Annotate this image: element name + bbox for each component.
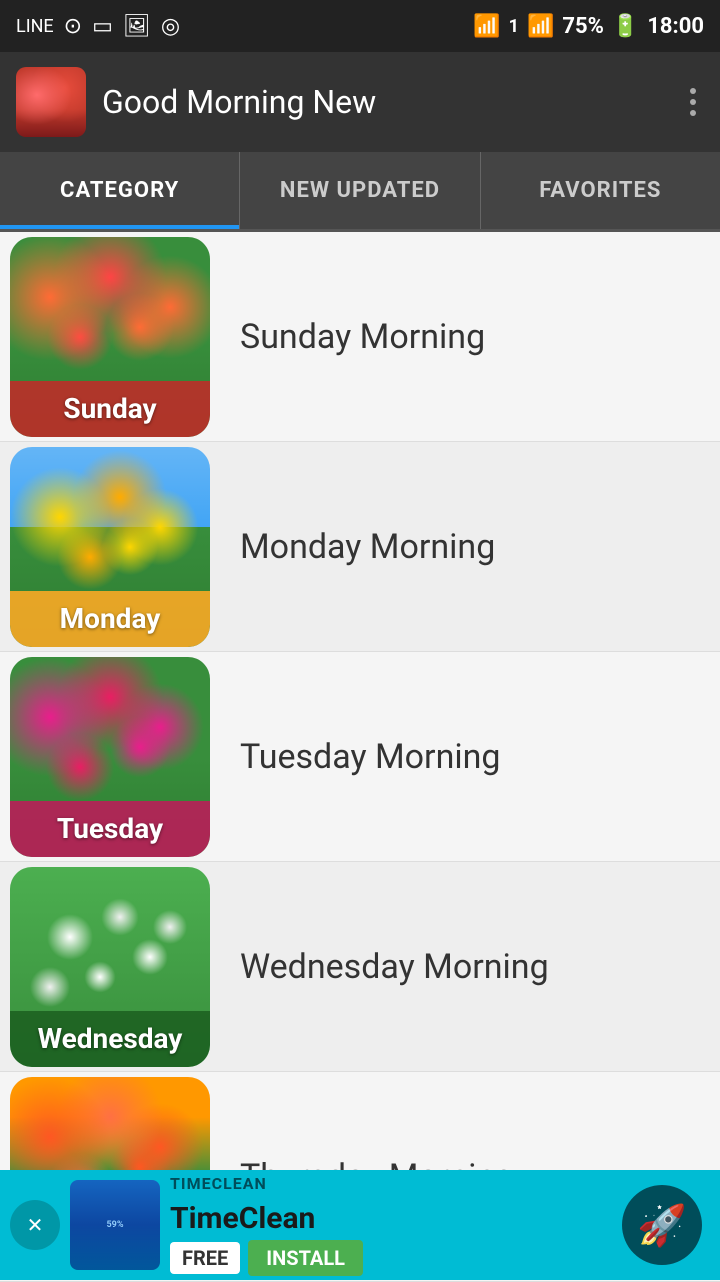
category-thumb-sunday: Sunday [10, 237, 210, 437]
category-list: Sunday Sunday Morning Monday Monday Morn… [0, 232, 720, 1282]
status-bar: LINE ⊙ ▭ 🖼 ◎ 📶 1 📶 75% 🔋 18:00 [0, 0, 720, 52]
ad-title: TimeClean [170, 1201, 614, 1236]
tab-favorites-label: FAVORITES [539, 178, 661, 203]
ad-screenshot-inner: 59% [70, 1180, 160, 1270]
app-title: Good Morning New [102, 83, 666, 121]
wifi-icon: 📶 [473, 14, 500, 39]
list-item[interactable]: Wednesday Wednesday Morning [0, 862, 720, 1072]
list-item[interactable]: Sunday Sunday Morning [0, 232, 720, 442]
list-item[interactable]: Monday Monday Morning [0, 442, 720, 652]
ad-close-button[interactable]: ✕ [10, 1200, 60, 1250]
app-bar: Good Morning New [0, 52, 720, 152]
tuesday-morning-label: Tuesday Morning [220, 737, 500, 777]
ad-screenshot-text: 59% [107, 1220, 124, 1230]
timeclean-icon: 🚀 [637, 1202, 687, 1249]
wednesday-morning-label: Wednesday Morning [220, 947, 549, 987]
sunday-label: Sunday [10, 381, 210, 437]
ad-free-badge: FREE [170, 1242, 240, 1274]
category-thumb-monday: Monday [10, 447, 210, 647]
tab-category-label: CATEGORY [60, 178, 179, 203]
tuesday-label: Tuesday [10, 801, 210, 857]
overflow-menu-button[interactable] [682, 80, 704, 124]
sim-icon: 1 [509, 16, 519, 37]
sunday-morning-label: Sunday Morning [220, 317, 485, 357]
app-logo [16, 67, 86, 137]
menu-dot-3 [690, 110, 696, 116]
image-icon: 🖼 [123, 14, 151, 39]
tab-new-updated[interactable]: NEW UPDATED [240, 152, 480, 229]
wednesday-label: Wednesday [10, 1011, 210, 1067]
ad-action-buttons: FREE INSTALL [170, 1240, 614, 1276]
battery-text: 75% [562, 14, 604, 39]
battery-icon: 🔋 [612, 14, 639, 39]
time-display: 18:00 [647, 14, 704, 39]
ad-screenshot-thumbnail: 59% [70, 1180, 160, 1270]
tab-favorites[interactable]: FAVORITES [481, 152, 720, 229]
ad-app-name: TIMECLEAN [170, 1174, 614, 1193]
line-icon: LINE [16, 16, 54, 37]
category-thumb-wednesday: Wednesday [10, 867, 210, 1067]
close-icon: ✕ [27, 1213, 44, 1237]
status-icons-left: LINE ⊙ ▭ 🖼 ◎ [16, 14, 180, 39]
screen-icon: ▭ [92, 14, 113, 39]
tab-new-updated-label: NEW UPDATED [280, 178, 440, 203]
ad-logo: 🚀 [622, 1185, 702, 1265]
mic-icon: ◎ [161, 14, 180, 39]
status-right: 📶 1 📶 75% 🔋 18:00 [473, 14, 704, 39]
signal-bars-icon: 📶 [527, 14, 554, 39]
category-thumb-tuesday: Tuesday [10, 657, 210, 857]
record-icon: ⊙ [64, 14, 82, 39]
tab-category[interactable]: CATEGORY [0, 152, 240, 229]
menu-dot-2 [690, 99, 696, 105]
ad-banner: ✕ 59% TIMECLEAN TimeClean FREE INSTALL 🚀 [0, 1170, 720, 1280]
ad-text-block: TIMECLEAN TimeClean FREE INSTALL [170, 1174, 614, 1276]
monday-label: Monday [10, 591, 210, 647]
menu-dot-1 [690, 88, 696, 94]
list-item[interactable]: Tuesday Tuesday Morning [0, 652, 720, 862]
tab-bar: CATEGORY NEW UPDATED FAVORITES [0, 152, 720, 232]
monday-morning-label: Monday Morning [220, 527, 495, 567]
ad-install-button[interactable]: INSTALL [248, 1240, 363, 1276]
